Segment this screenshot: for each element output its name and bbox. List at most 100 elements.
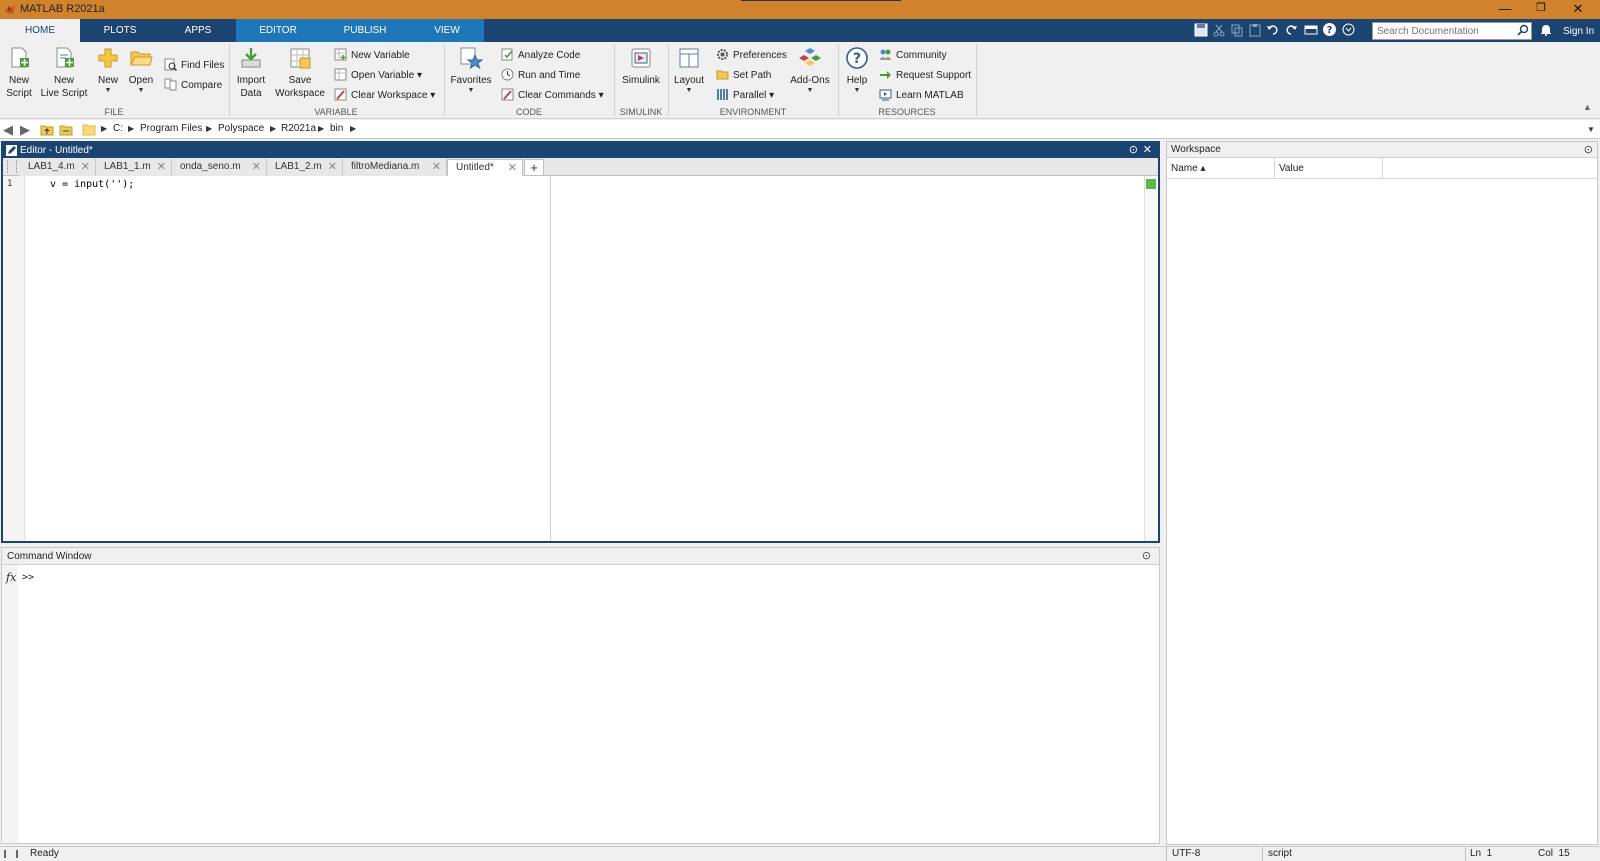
community-button[interactable]: Community [879, 48, 947, 64]
gear-icon [717, 49, 728, 60]
tab-plots[interactable]: PLOTS [80, 19, 160, 42]
favorites-button[interactable]: Favorites ▼ [448, 46, 494, 95]
tab-home[interactable]: HOME [0, 19, 80, 42]
status-line: Ln 1 [1470, 848, 1493, 859]
tab-editor[interactable]: EDITOR [236, 19, 320, 42]
up-folder-icon[interactable] [40, 123, 54, 136]
close-tab-icon[interactable]: ✕ [328, 159, 337, 175]
simulink-button[interactable]: Simulink [619, 46, 663, 87]
ribbon-separator [444, 44, 445, 116]
paste-icon[interactable] [1248, 23, 1262, 37]
editor-tab-onda-seno[interactable]: onda_seno.m ✕ [172, 159, 267, 176]
import-data-button[interactable]: Import Data [234, 46, 268, 100]
breadcrumb-drive[interactable]: C: [113, 123, 123, 134]
save-icon[interactable] [1194, 23, 1208, 37]
help-button[interactable]: ? Help ▼ [843, 46, 871, 95]
close-tab-icon[interactable]: ✕ [508, 160, 517, 176]
command-prompt[interactable]: >> [22, 572, 34, 583]
workspace-column-value[interactable]: Value [1275, 158, 1383, 179]
ribbon-separator [976, 44, 977, 116]
find-files-button[interactable]: Find Files [164, 58, 224, 74]
undo-icon[interactable] [1266, 23, 1280, 37]
function-browser-icon[interactable]: fx [6, 571, 16, 584]
close-tab-icon[interactable]: ✕ [432, 159, 441, 175]
workspace-column-name[interactable]: Name ▴ [1167, 158, 1275, 179]
copy-icon[interactable] [1230, 23, 1244, 37]
restore-button[interactable]: ❐ [1523, 0, 1559, 19]
tab-apps[interactable]: APPS [160, 19, 236, 42]
code-line[interactable]: v = input(''); [50, 179, 134, 190]
parallel-label: Parallel ▾ [733, 90, 775, 101]
set-path-button[interactable]: Set Path [716, 68, 771, 84]
editor-tab-lab1-2[interactable]: LAB1_2.m ✕ [267, 159, 343, 176]
add-ons-button[interactable]: Add-Ons ▼ [788, 46, 832, 95]
open-variable-button[interactable]: Open Variable ▾ [334, 68, 422, 84]
add-ons-cubes-icon [799, 48, 821, 66]
find-files-label: Find Files [181, 60, 225, 71]
editor-tab-lab1-4[interactable]: LAB1_4.m ✕ [20, 159, 96, 176]
address-dropdown-icon[interactable]: ▼ [1587, 125, 1595, 134]
editor-close-icon[interactable]: ✕ [1143, 143, 1152, 158]
new-tab-button[interactable]: + [524, 159, 544, 176]
sign-in-link[interactable]: Sign In [1563, 26, 1594, 37]
parallel-button[interactable]: Parallel ▾ [716, 88, 774, 104]
help-dropdown-icon: ▼ [853, 87, 861, 94]
back-arrow-icon[interactable]: ◀ [3, 122, 13, 138]
code-area[interactable]: 1 v = input(''); [3, 176, 1158, 541]
help-icon[interactable]: ? [1322, 22, 1337, 37]
open-button[interactable]: Open ▼ [126, 46, 156, 95]
workspace-actions-icon[interactable]: ⊙ [1584, 142, 1593, 158]
editor-tab-filtro-mediana[interactable]: filtroMediana.m ✕ [343, 159, 447, 176]
editor-actions-icon[interactable]: ⊙ [1129, 143, 1138, 158]
save-workspace-button[interactable]: Save Workspace [274, 46, 326, 100]
new-button[interactable]: New ▼ [94, 46, 122, 95]
breadcrumb-program-files[interactable]: Program Files [140, 123, 202, 134]
clear-commands-button[interactable]: Clear Commands ▾ [501, 88, 604, 104]
tab-grip-icon[interactable] [7, 160, 17, 173]
breadcrumb-r2021a[interactable]: R2021a [281, 123, 316, 134]
switch-windows-icon[interactable] [1304, 23, 1318, 37]
search-documentation-input[interactable] [1372, 22, 1532, 40]
breadcrumb-bin[interactable]: bin [330, 123, 343, 134]
analyze-code-button[interactable]: Analyze Code [501, 48, 580, 64]
code-analyzer-ok-indicator[interactable] [1146, 179, 1156, 189]
editor-scrollbar[interactable] [1144, 176, 1158, 541]
editor-tab-lab1-1[interactable]: LAB1_1.m ✕ [96, 159, 172, 176]
request-support-button[interactable]: Request Support [879, 68, 971, 84]
clear-workspace-button[interactable]: Clear Workspace ▾ [334, 88, 435, 104]
compare-icon [164, 78, 177, 91]
analyze-code-icon [501, 48, 513, 61]
new-live-script-button[interactable]: New Live Script [38, 46, 90, 100]
status-encoding: UTF-8 [1172, 848, 1201, 859]
browse-folder-icon[interactable] [59, 123, 73, 136]
tab-publish[interactable]: PUBLISH [320, 19, 410, 42]
preferences-button[interactable]: Preferences [716, 48, 787, 64]
editor-tab-untitled[interactable]: Untitled* ✕ [447, 159, 523, 176]
new-variable-button[interactable]: New Variable [334, 48, 410, 64]
svg-text:?: ? [853, 51, 861, 67]
quick-access-dropdown-icon[interactable] [1342, 23, 1355, 36]
collapse-ribbon-icon[interactable]: ▲ [1583, 102, 1592, 112]
close-tab-icon[interactable]: ✕ [252, 159, 261, 175]
run-and-time-button[interactable]: Run and Time [501, 68, 580, 84]
compare-button[interactable]: Compare [164, 78, 222, 94]
editor-panel: Editor - Untitled* ⊙ ✕ LAB1_4.m ✕ LAB1_1.… [1, 141, 1160, 543]
notification-bell-icon[interactable] [1540, 23, 1552, 36]
forward-arrow-icon[interactable]: ▶ [20, 122, 30, 138]
close-tab-icon[interactable]: ✕ [157, 159, 166, 175]
tab-view[interactable]: VIEW [410, 19, 484, 42]
close-button[interactable]: ✕ [1560, 0, 1596, 19]
learn-matlab-button[interactable]: Learn MATLAB [879, 88, 964, 104]
favorites-star-icon [460, 47, 483, 70]
new-script-button[interactable]: New Script [4, 46, 34, 100]
layout-button[interactable]: Layout ▼ [672, 46, 706, 95]
save-workspace-icon [290, 48, 311, 69]
close-tab-icon[interactable]: ✕ [81, 159, 90, 175]
cut-icon[interactable] [1212, 23, 1226, 37]
minimize-button[interactable]: — [1487, 0, 1523, 19]
redo-icon[interactable] [1284, 23, 1298, 37]
search-icon[interactable] [1517, 24, 1529, 36]
command-window-actions-icon[interactable]: ⊙ [1142, 548, 1151, 565]
breadcrumb-polyspace[interactable]: Polyspace [218, 123, 264, 134]
workspace-panel: Workspace ⊙ Name ▴ Value [1166, 141, 1598, 845]
